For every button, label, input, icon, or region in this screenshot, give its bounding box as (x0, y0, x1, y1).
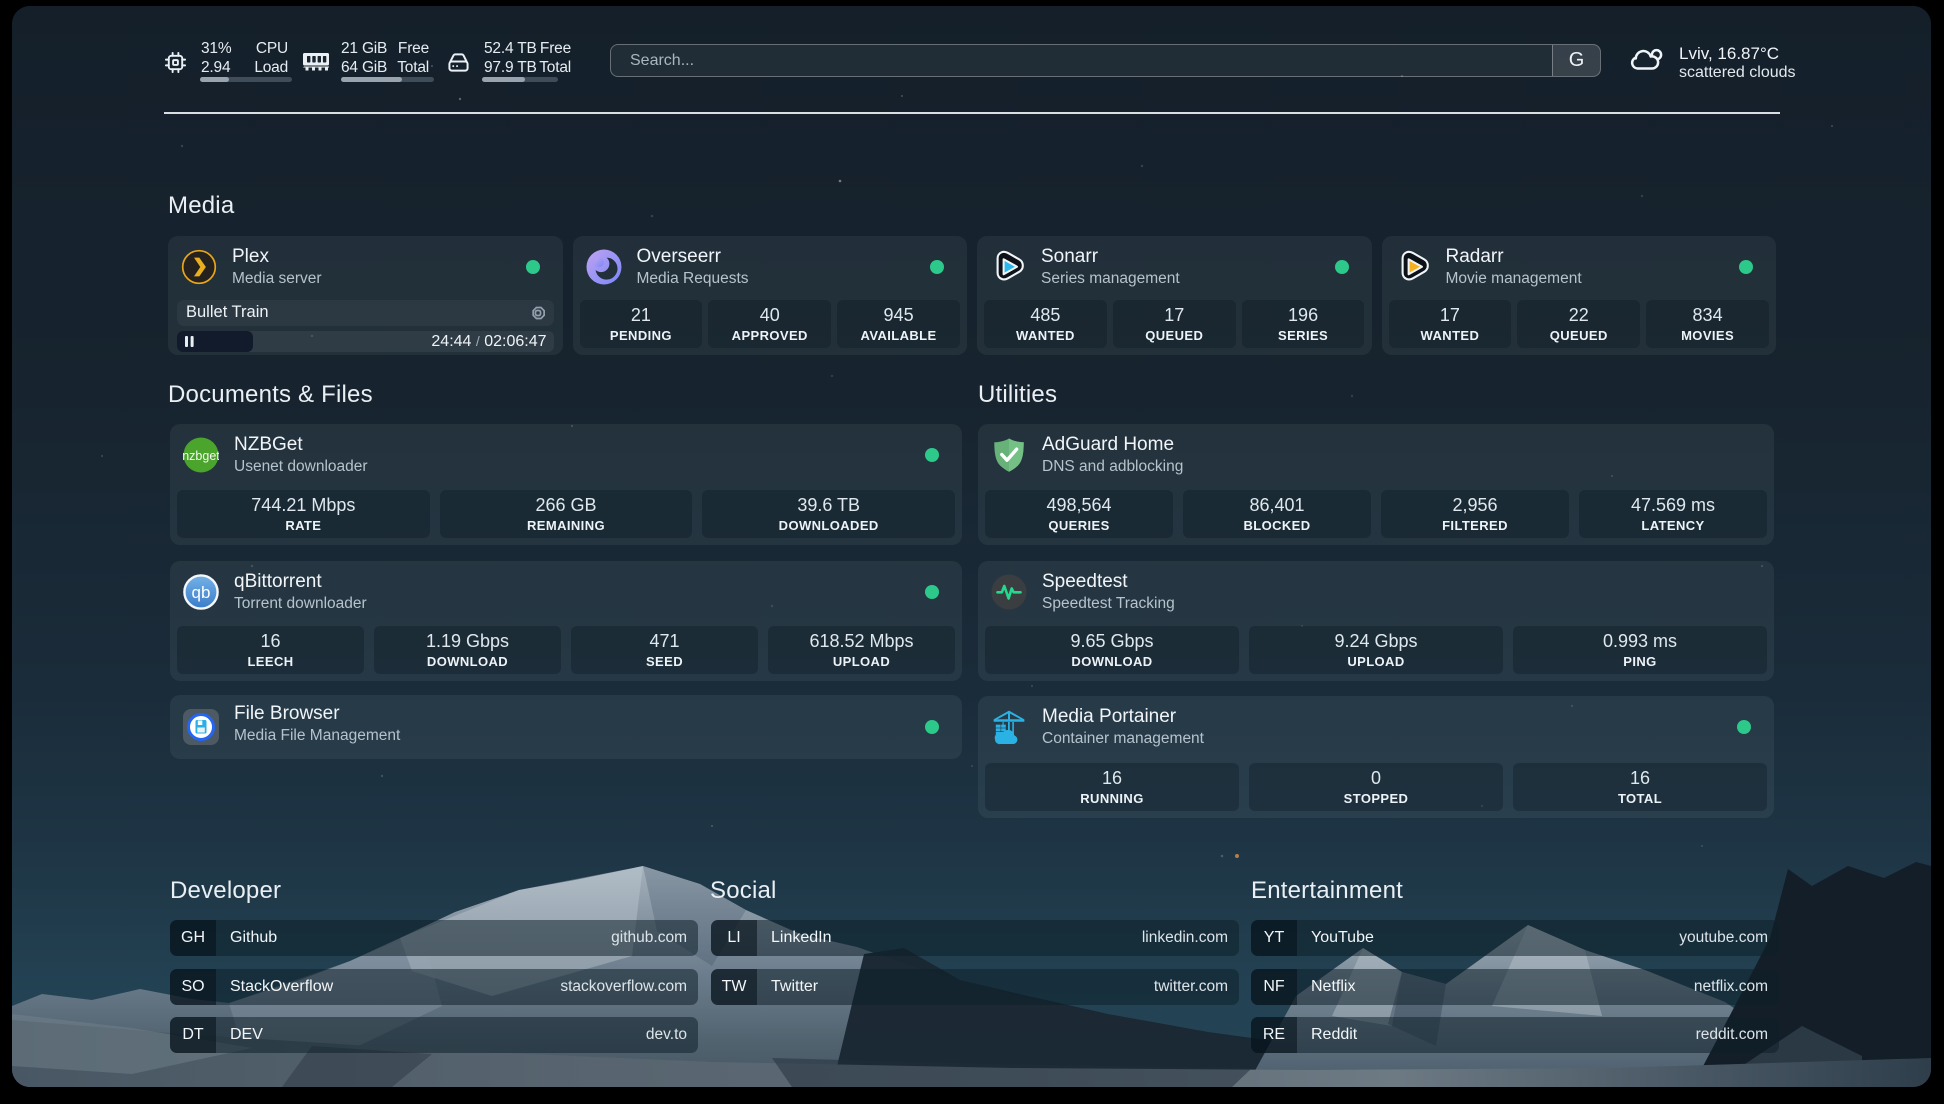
svg-text:nzbget: nzbget (183, 449, 219, 463)
svg-text:qb: qb (192, 583, 211, 602)
